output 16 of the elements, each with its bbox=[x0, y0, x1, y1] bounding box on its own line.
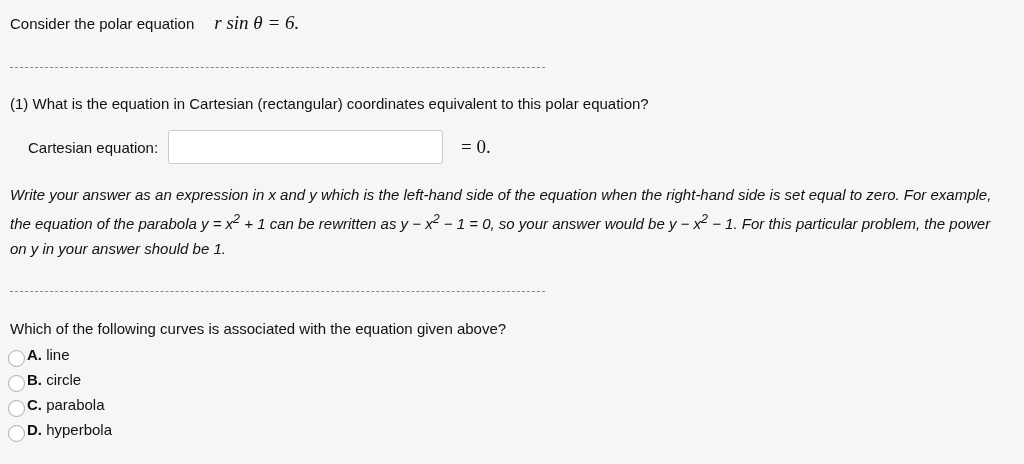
instructions-text: Write your answer as an expression in x and y which is the left-hand side of the equation when the right-hand side is set equal to zero. For example, the equation of the parabola y = x$^{2}$ + 1 can be rewritten as y − x$^{2}$ − 1 = 0, so your answer would be y − x$^{2}$ − 1. For this particular problem, the power on y in your answer should be 1. bbox=[10, 185, 993, 259]
question-title: (1) What is the equation in Cartesian (rectangular) coordinates equivalent to this polar equation? bbox=[10, 95, 650, 112]
answer-field[interactable] bbox=[168, 130, 444, 164]
polar-equation: r sin θ = 6. bbox=[214, 12, 300, 34]
radio-button[interactable] bbox=[8, 400, 25, 417]
question-title: Which of the following curves is associated with the equation given above? bbox=[10, 320, 508, 337]
option-label[interactable]: B. circle bbox=[27, 371, 82, 388]
radio-button[interactable] bbox=[8, 350, 25, 367]
option-label[interactable]: A. line bbox=[27, 346, 70, 363]
equation-suffix: = 0. bbox=[461, 136, 491, 158]
option-label[interactable]: C. parabola bbox=[27, 396, 105, 413]
option-label[interactable]: D. hyperbola bbox=[27, 421, 113, 438]
radio-button[interactable] bbox=[8, 425, 25, 442]
radio-button[interactable] bbox=[8, 375, 25, 392]
field-label: Cartesian equation: bbox=[28, 138, 159, 156]
prompt-text: Consider the polar equation bbox=[10, 15, 195, 32]
